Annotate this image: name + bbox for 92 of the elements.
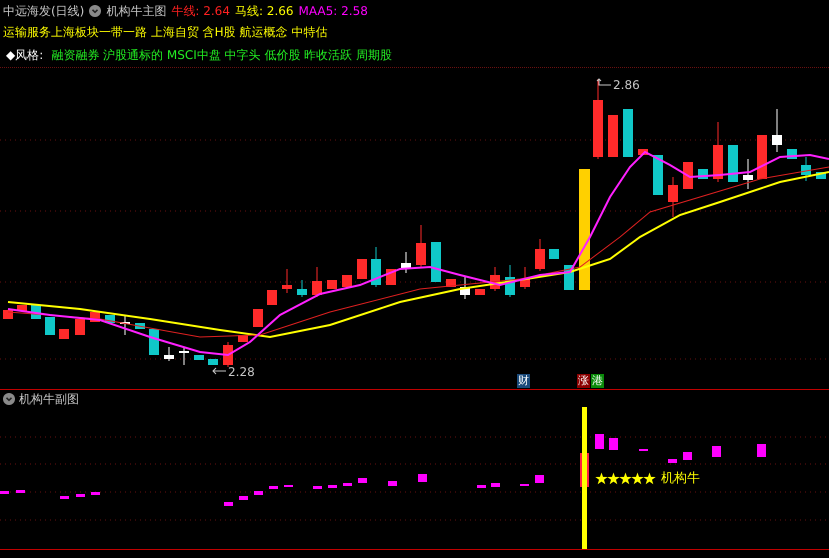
indicator-bar — [491, 483, 500, 487]
candle — [357, 259, 367, 279]
candle — [3, 310, 13, 319]
candle — [460, 276, 470, 300]
candle — [757, 135, 767, 179]
candle — [608, 115, 618, 157]
indicator-bar — [683, 452, 692, 460]
arrow-icon — [212, 368, 226, 374]
indicator-bar — [388, 481, 397, 486]
candle — [282, 268, 292, 294]
candle — [208, 359, 218, 365]
candle — [801, 156, 811, 182]
indicator-name: 机构牛主图 — [106, 3, 166, 20]
candle — [164, 346, 174, 362]
candle — [401, 252, 411, 274]
indicator-bar — [239, 496, 248, 500]
indicator-bar — [328, 485, 337, 488]
indicator-bar — [16, 490, 25, 493]
event-badge[interactable]: 财 — [517, 374, 530, 388]
low-price-label: 2.28 — [228, 365, 255, 379]
event-badge[interactable]: 港 — [591, 374, 604, 388]
indicator-bar — [535, 475, 544, 483]
indicator-bar — [595, 434, 604, 449]
indicator-bar — [76, 494, 85, 497]
candle — [475, 289, 485, 295]
indicator-bar — [313, 486, 322, 489]
candle — [728, 145, 738, 182]
sub-chart-title: 机构牛副图 — [19, 390, 79, 408]
candle — [179, 346, 189, 366]
indicator-bar — [343, 483, 352, 486]
indicator-bar — [60, 496, 69, 499]
indicator-bar — [668, 459, 677, 463]
indicator-reading: 牛线: 2.64 — [171, 3, 230, 20]
indicator-bar — [609, 438, 618, 450]
indicator-bar — [91, 492, 100, 495]
indicator-bar — [639, 449, 648, 451]
candle — [297, 280, 307, 298]
candle — [149, 329, 159, 355]
candle — [490, 266, 500, 292]
stock-title: 中远海发(日线) — [3, 3, 84, 20]
indicator-bar — [712, 446, 721, 457]
star-icon — [607, 472, 620, 484]
candle — [668, 176, 678, 218]
event-badge[interactable]: 涨 — [577, 374, 590, 388]
candle — [505, 264, 515, 298]
candle — [623, 109, 633, 157]
indicator-bar — [358, 478, 367, 483]
collapse-icon[interactable] — [3, 392, 15, 404]
arrow-icon — [596, 78, 612, 86]
star-icon — [595, 472, 608, 484]
candle — [535, 238, 545, 272]
high-price-label: 2.86 — [613, 78, 640, 92]
indicator-bar — [254, 491, 263, 495]
indicator-bar — [418, 474, 427, 482]
candle — [223, 342, 233, 368]
star-icon — [631, 472, 644, 484]
indicator-reading: 马线: 2.66 — [234, 3, 294, 20]
candle — [416, 224, 426, 268]
concept-tags: 运输服务上海板块一带一路 上海自贸 含H股 航运概念 中特估 — [3, 23, 328, 41]
style-label: ◆风格: — [6, 46, 44, 64]
candle — [312, 266, 322, 298]
candle — [342, 275, 352, 287]
candle — [59, 329, 69, 339]
star-icon — [643, 472, 656, 484]
indicator-reading: MAA5: 2.58 — [298, 3, 368, 20]
indicator-bar — [757, 444, 766, 457]
star-icon — [619, 472, 632, 484]
indicator-bar — [284, 485, 293, 487]
candle — [431, 242, 441, 282]
candle — [653, 155, 663, 195]
candle — [683, 162, 693, 189]
indicator-bar — [224, 502, 233, 506]
candle — [743, 158, 753, 190]
candle — [772, 108, 782, 152]
candle — [520, 266, 530, 290]
candle — [549, 249, 559, 259]
collapse-icon[interactable] — [89, 5, 102, 17]
indicator-bar — [477, 485, 486, 488]
candle — [371, 246, 381, 288]
candle — [75, 319, 85, 335]
signal-label: 机构牛 — [661, 470, 700, 488]
candle — [327, 280, 337, 289]
candle — [194, 355, 204, 360]
candle — [120, 314, 130, 336]
candle — [713, 122, 723, 182]
candle — [45, 317, 55, 335]
indicator-bar — [0, 491, 9, 494]
indicator-bar — [520, 484, 529, 486]
candle — [253, 309, 263, 327]
indicator-bar — [269, 486, 278, 489]
style-tags: 融资融券 沪股通标的 MSCI中盘 中字头 低价股 昨收活跃 周期股 — [51, 46, 392, 64]
candle — [267, 290, 277, 305]
